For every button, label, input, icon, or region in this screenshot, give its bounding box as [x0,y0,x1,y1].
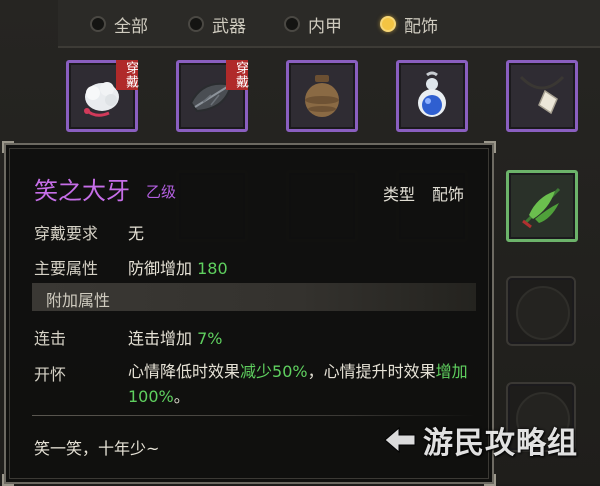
item-slot[interactable] [396,60,468,132]
item-slot[interactable]: 穿戴 [66,60,138,132]
watermark-logo-icon [384,426,416,454]
filter-label: 全部 [114,16,148,37]
item-grade: 乙级 [146,183,177,201]
filter-armor[interactable]: 内甲 [284,13,342,37]
herb-bundle-icon [522,187,561,229]
radio-icon [90,16,106,32]
divider [32,415,476,416]
cheer-text: 心情降低时效果 [128,362,241,381]
section-title: 附加属性 [46,291,111,310]
radio-selected-icon [380,16,396,32]
item-type-label: 类型 [383,185,416,204]
combo-text: 连击增加 [128,329,193,348]
equipped-tag: 穿戴 [226,60,248,90]
main-attribute-label: 主要属性 [34,259,99,278]
extra-attributes-header: 附加属性 [32,283,476,311]
radio-icon [188,16,204,32]
filter-label: 内甲 [308,16,342,37]
filter-accessory[interactable]: 配饰 [380,13,438,37]
corner-ornament [484,474,496,486]
filter-weapon[interactable]: 武器 [188,13,246,37]
watermark: 游民攻略组 [383,418,578,462]
item-slot[interactable]: 穿戴 [176,60,248,132]
corner-ornament [2,474,14,486]
watermark-text: 游民攻略组 [423,426,578,461]
blue-gourd-icon [418,71,446,117]
combo-label: 连击 [34,329,67,348]
requirement-value: 无 [128,224,145,243]
combo-value: 连击增加 7% [128,325,223,349]
filter-all[interactable]: 全部 [90,13,148,37]
main-attribute-value: 防御增加 180 [128,255,228,279]
cheer-text: ，心情提升时效果 [307,362,436,381]
filter-bar: 全部 武器 内甲 配饰 [58,0,600,48]
cheer-description: 心情降低时效果减少50%，心情提升时效果增加100%。 [128,359,498,409]
radio-icon [284,16,300,32]
cheer-text: 。 [173,387,190,406]
filter-label: 配饰 [404,16,438,37]
clay-jar-icon [305,75,339,117]
flavor-text: 笑一笑，十年少~ [34,439,160,458]
combo-number: 7% [197,329,223,348]
main-attribute-number: 180 [197,259,228,278]
equipped-tag: 穿戴 [116,60,138,90]
item-slot[interactable] [506,170,578,242]
corner-ornament [2,141,14,153]
corner-ornament [484,141,496,153]
cheer-number: 减少50% [240,362,308,381]
main-attribute-text: 防御增加 [128,259,193,278]
empty-slot[interactable] [506,276,576,346]
item-name: 笑之大牙 [34,177,130,205]
item-slot[interactable] [506,60,578,132]
item-type-value: 配饰 [432,185,465,204]
tooth-necklace-icon [519,75,565,115]
item-slot[interactable] [286,60,358,132]
filter-label: 武器 [212,16,246,37]
requirement-label: 穿戴要求 [34,224,99,243]
cheer-label: 开怀 [34,365,67,384]
